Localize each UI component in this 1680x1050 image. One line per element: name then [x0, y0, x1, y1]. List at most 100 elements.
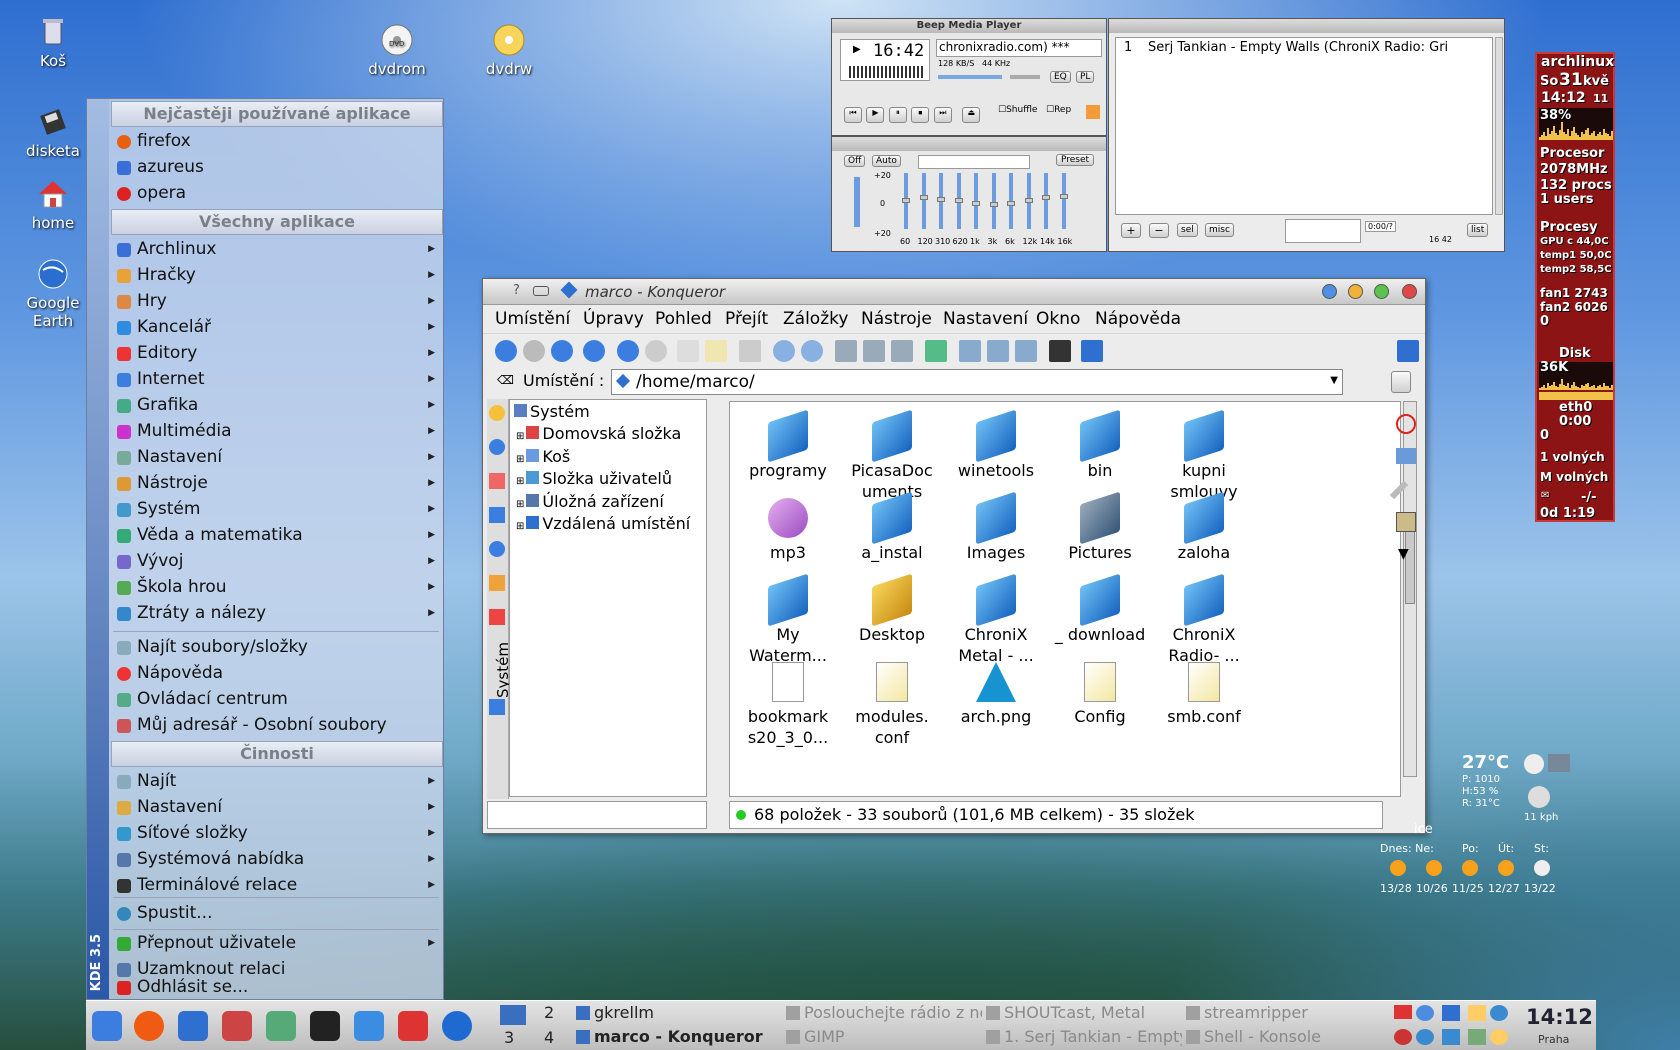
menu-item-syst-m[interactable]: Systém ▶: [113, 497, 443, 522]
eq-band-slider[interactable]: [921, 173, 926, 229]
tree-item[interactable]: ⊞ Složka uživatelů: [516, 469, 672, 488]
desktop-pager-3[interactable]: 3: [504, 1028, 514, 1047]
stop-icon[interactable]: ⏹: [911, 107, 930, 123]
media-icon[interactable]: [489, 507, 505, 523]
split-horizontal-icon[interactable]: [987, 340, 1009, 362]
tree-item[interactable]: ⊞ Domovská složka: [516, 424, 681, 443]
menu-pohled[interactable]: Pohled: [655, 309, 712, 329]
sticky-icon[interactable]: [1322, 284, 1337, 299]
menu-item-editory[interactable]: Editory ▶: [113, 341, 443, 366]
file-item[interactable]: Pictures: [1048, 491, 1152, 563]
menu-item-v-voj[interactable]: Vývoj ▶: [113, 549, 443, 574]
help-question-icon[interactable]: ?: [513, 283, 520, 298]
taskbar-task[interactable]: Shell - Konsole: [1186, 1027, 1382, 1046]
file-item[interactable]: mp3: [736, 498, 840, 563]
home-icon[interactable]: [583, 340, 605, 362]
playlist-list-button[interactable]: list: [1467, 223, 1489, 237]
kde-menu-icon[interactable]: [92, 1011, 122, 1041]
file-item[interactable]: Images: [944, 491, 1048, 563]
menu-item-control-center[interactable]: Ovládací centrum: [113, 687, 443, 712]
taskbar-task[interactable]: streamripper: [1186, 1003, 1382, 1022]
menu-item--kola-hrou[interactable]: Škola hrou ▶: [113, 575, 443, 600]
file-item[interactable]: PicasaDoc uments: [840, 409, 944, 502]
menu-item-termin-lov-relace[interactable]: Terminálové relace ▶: [113, 873, 443, 898]
copy-icon[interactable]: [677, 340, 699, 362]
network-icon[interactable]: [489, 541, 505, 557]
menu-item-hry[interactable]: Hry ▶: [113, 289, 443, 314]
split-vertical-icon[interactable]: [1015, 340, 1037, 362]
playlist-select-button[interactable]: sel: [1177, 223, 1198, 237]
repeat-checkbox[interactable]: ☐Rep: [1046, 105, 1071, 115]
taskbar-task[interactable]: SHOUTcast, Metal: [986, 1003, 1182, 1022]
eq-band-knob[interactable]: [919, 195, 928, 201]
tree-expand-icon[interactable]: ⊞: [516, 521, 524, 532]
menu-nastaveni[interactable]: Nastavení: [943, 309, 1028, 329]
volume-tray-icon[interactable]: [1394, 1029, 1412, 1045]
shade-icon[interactable]: [533, 286, 549, 296]
eq-off-button[interactable]: Off: [844, 155, 866, 167]
desktop-pager-1[interactable]: [500, 1005, 526, 1025]
playlist-entry-title[interactable]: Serj Tankian - Empty Walls (ChroniX Radi…: [1148, 40, 1490, 55]
menu-zalozky[interactable]: Záložky: [783, 309, 848, 329]
menu-item-n-stroje[interactable]: Nástroje ▶: [113, 471, 443, 496]
taskbar-task[interactable]: gkrellm: [576, 1003, 772, 1022]
monitor-icon[interactable]: [1396, 448, 1416, 464]
minimize-icon[interactable]: [1348, 284, 1363, 299]
file-item[interactable]: programy: [736, 409, 840, 481]
playlist-list[interactable]: 1 Serj Tankian - Empty Walls (ChroniX Ra…: [1115, 37, 1493, 215]
menu-umisteni[interactable]: Umístění: [495, 309, 570, 329]
playlist-misc-button[interactable]: misc: [1205, 223, 1234, 237]
eq-band-knob[interactable]: [1007, 201, 1015, 206]
root-icon[interactable]: [489, 609, 505, 625]
tree-item[interactable]: ⊞ Vzdálená umístění: [516, 514, 690, 533]
eq-band-slider[interactable]: [1044, 173, 1048, 229]
gkrellm-monitor[interactable]: archlinux So 31 kvě 14:12 11 38% Proceso…: [1535, 52, 1615, 522]
power-icon[interactable]: [1396, 414, 1416, 434]
close-icon[interactable]: [1402, 284, 1417, 299]
bluetooth-icon[interactable]: [1442, 1029, 1460, 1045]
tree-item[interactable]: ⊞ Úložná zařízení: [516, 492, 664, 511]
menu-item-find-files[interactable]: Najít soubory/složky: [113, 635, 443, 660]
menu-napoveda[interactable]: Nápověda: [1095, 309, 1181, 329]
alarm-icon[interactable]: [1490, 1029, 1508, 1045]
pause-icon[interactable]: ⏸: [888, 107, 907, 123]
zoom-in-icon[interactable]: [773, 340, 795, 362]
services-icon[interactable]: [489, 575, 505, 591]
desktop-icon-floppy[interactable]: disketa: [18, 104, 88, 160]
konqueror-titlebar[interactable]: ? marco - Konqueror: [483, 279, 1425, 305]
eject-icon[interactable]: ⏏: [962, 107, 981, 123]
download-tray-icon[interactable]: [1442, 1005, 1460, 1021]
menu-item-home-dir[interactable]: Můj adresář - Osobní soubory: [113, 713, 443, 738]
eq-band-knob[interactable]: [1042, 195, 1050, 201]
eq-band-slider[interactable]: [991, 173, 996, 229]
sidebar-toggle-icon[interactable]: [959, 340, 981, 362]
menu-item-internet[interactable]: Internet ▶: [113, 367, 443, 392]
update-tray-icon[interactable]: [1490, 1005, 1508, 1021]
desktop-pager-2[interactable]: 2: [544, 1003, 554, 1022]
eq-band-knob[interactable]: [989, 202, 998, 208]
terminal-icon[interactable]: [1049, 340, 1071, 362]
taskbar-task[interactable]: Poslouchejte rádio z ne: [786, 1003, 982, 1022]
eq-band-knob[interactable]: [902, 198, 910, 204]
file-item[interactable]: kupni smlouvy: [1152, 409, 1256, 502]
desktop-icon[interactable]: [178, 1011, 208, 1041]
menu-nastroje[interactable]: Nástroje: [861, 309, 932, 329]
back-icon[interactable]: [495, 340, 517, 362]
menu-item-nastaven-[interactable]: Nastavení ▶: [113, 445, 443, 470]
shuffle-checkbox[interactable]: ☐Shuffle: [998, 105, 1037, 115]
menu-item-multim-dia[interactable]: Multimédia ▶: [113, 419, 443, 444]
tree-expand-icon[interactable]: ⊞: [516, 499, 524, 510]
desktop-icon-dvdrom[interactable]: DVD dvdrom: [362, 22, 432, 78]
image-icon[interactable]: [1396, 512, 1416, 532]
eq-band-knob[interactable]: [1059, 194, 1068, 200]
firefox-icon[interactable]: [134, 1011, 164, 1041]
history-icon[interactable]: [489, 439, 505, 455]
print-icon[interactable]: [739, 340, 761, 362]
file-item[interactable]: modules. conf: [840, 662, 944, 748]
forward-icon[interactable]: [523, 340, 545, 362]
chevron-down-icon[interactable]: ▼: [1330, 375, 1338, 386]
filter-icon[interactable]: ▼: [1398, 546, 1409, 562]
location-input[interactable]: /home/marco/ ▼: [611, 369, 1343, 395]
taskbar-task[interactable]: 1. Serj Tankian - Empty: [986, 1027, 1182, 1046]
menu-item-help[interactable]: Nápověda: [113, 661, 443, 686]
